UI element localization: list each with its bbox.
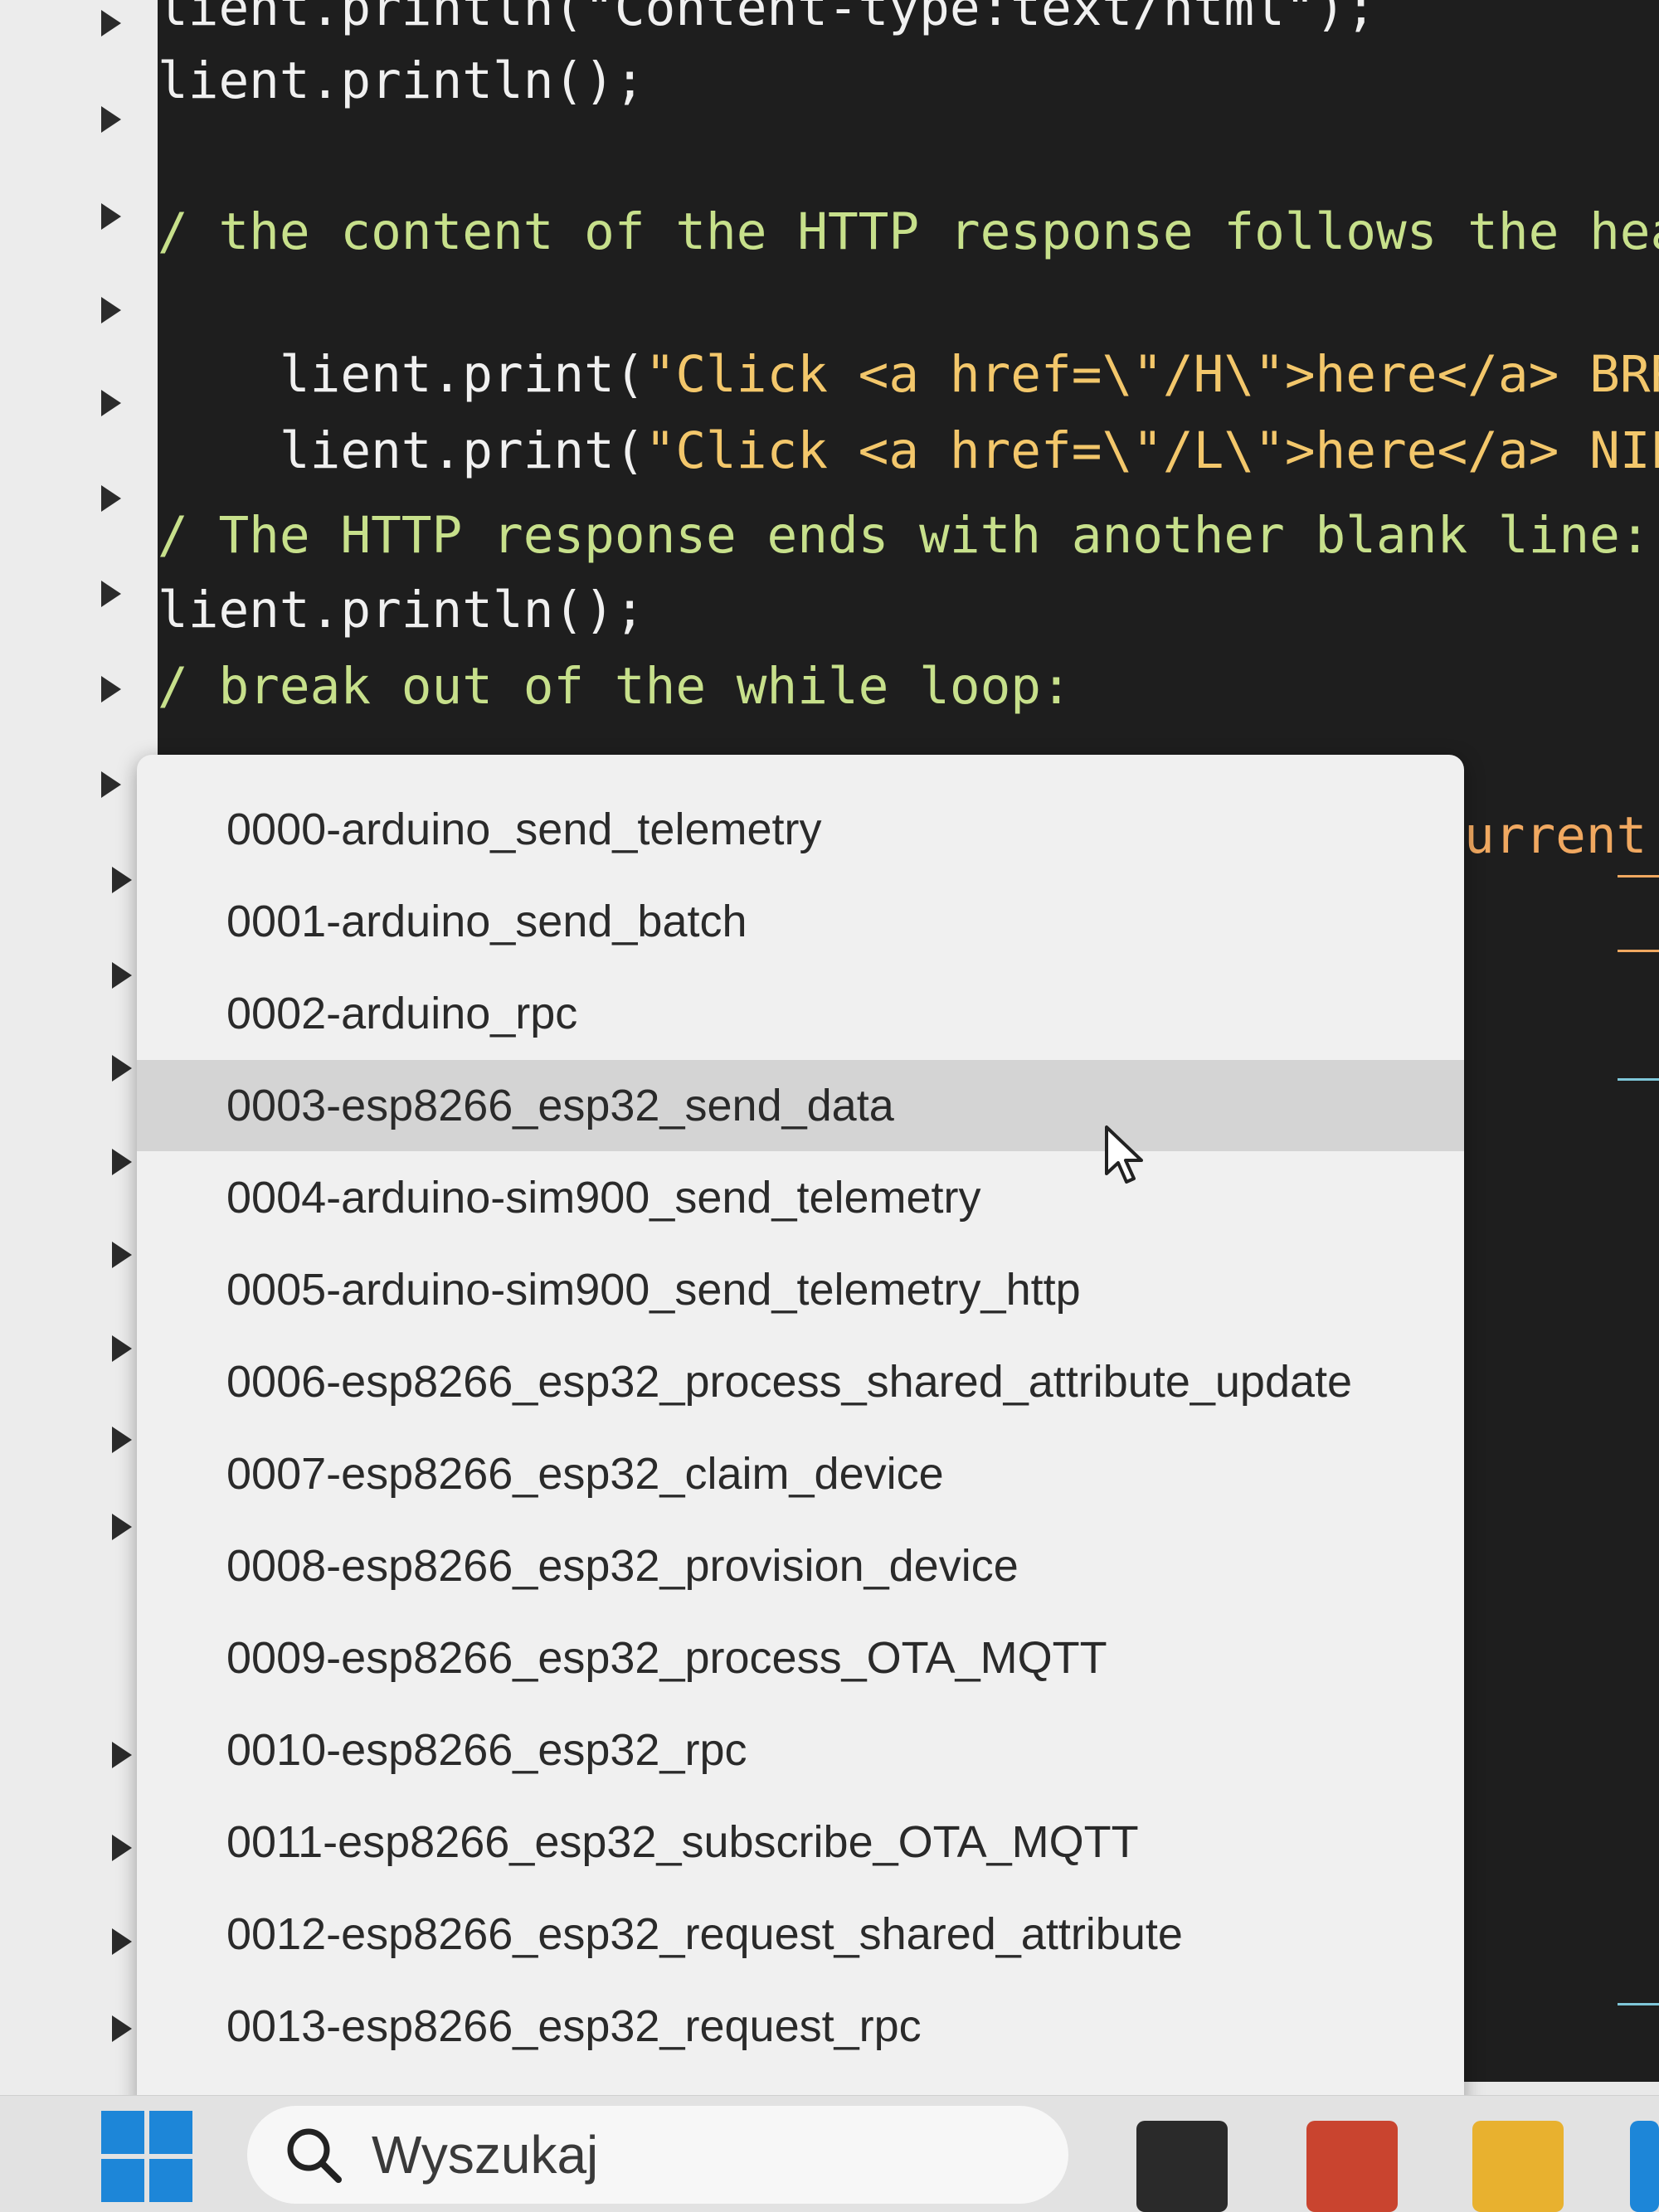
code-line-partial: urrent [1464,806,1647,865]
collapse-arrow-icon[interactable] [101,10,121,36]
left-gutter [0,0,158,2107]
collapse-arrow-icon[interactable] [112,1055,132,1082]
dropdown-item[interactable]: 0011-esp8266_esp32_subscribe_OTA_MQTT [137,1796,1464,1888]
collapse-arrow-icon[interactable] [101,297,121,323]
collapse-arrow-icon[interactable] [112,1427,132,1453]
dropdown-item[interactable]: 0013-esp8266_esp32_request_rpc [137,1981,1464,2072]
dropdown-item[interactable]: 0006-esp8266_esp32_process_shared_attrib… [137,1336,1464,1427]
dropdown-item[interactable]: 0010-esp8266_esp32_rpc [137,1704,1464,1796]
taskbar-search-box[interactable]: Wyszukaj [247,2106,1068,2204]
dropdown-item[interactable]: 0000-arduino_send_telemetry [137,784,1464,875]
dropdown-item[interactable]: 0007-esp8266_esp32_claim_device [137,1428,1464,1519]
code-call: lient.print( [279,421,645,480]
dropdown-item[interactable]: 0009-esp8266_esp32_process_OTA_MQTT [137,1612,1464,1704]
dropdown-item[interactable]: 0001-arduino_send_batch [137,876,1464,967]
code-comment-line: / The HTTP response ends with another bl… [158,506,1651,565]
app-icon-dark[interactable] [1136,2121,1228,2212]
examples-dropdown-menu[interactable]: 0000-arduino_send_telemetry 0001-arduino_… [137,755,1464,2115]
collapse-arrow-icon[interactable] [112,1742,132,1768]
collapse-arrow-icon[interactable] [101,485,121,512]
collapse-arrow-icon[interactable] [112,1242,132,1268]
dropdown-item[interactable]: 0005-arduino-sim900_send_telemetry_http [137,1244,1464,1335]
dropdown-item[interactable]: 0003-esp8266_esp32_send_data [137,1060,1464,1151]
search-icon [287,2128,342,2183]
edge-icon[interactable] [1630,2121,1659,2212]
mouse-cursor-icon [1105,1125,1143,1184]
divider-line [1618,950,1659,952]
collapse-arrow-icon[interactable] [112,1835,132,1861]
app-icon-red[interactable] [1306,2121,1398,2212]
dropdown-item[interactable]: 0004-arduino-sim900_send_telemetry [137,1152,1464,1243]
code-line-1: lient.println(); [158,51,645,110]
dropdown-item[interactable]: 0002-arduino_rpc [137,968,1464,1059]
dropdown-item[interactable]: 0012-esp8266_esp32_request_shared_attrib… [137,1889,1464,1980]
collapse-arrow-icon[interactable] [112,1149,132,1175]
folder-icon[interactable] [1472,2121,1564,2212]
collapse-arrow-icon[interactable] [112,1514,132,1540]
search-placeholder: Wyszukaj [372,2125,599,2185]
collapse-arrow-icon[interactable] [101,581,121,607]
dropdown-item[interactable]: 0008-esp8266_esp32_provision_device [137,1520,1464,1612]
collapse-arrow-icon[interactable] [101,106,121,133]
divider-line [1618,875,1659,878]
collapse-arrow-icon[interactable] [112,1928,132,1955]
code-comment-line: / break out of the while loop: [158,657,1072,716]
taskbar: Wyszukaj [0,2095,1659,2212]
windows-start-icon[interactable] [101,2111,192,2202]
collapse-arrow-icon[interactable] [112,962,132,989]
collapse-arrow-icon[interactable] [101,390,121,416]
code-comment-line: / the content of the HTTP response follo… [158,202,1659,261]
collapse-arrow-icon[interactable] [101,676,121,702]
divider-line [1618,2003,1659,2005]
code-string: "Click <a href=\"/L\">here</a> NIE MA [645,421,1659,480]
collapse-arrow-icon[interactable] [112,2015,132,2042]
collapse-arrow-icon[interactable] [112,867,132,893]
code-line-println: lient.println(); [158,581,645,639]
collapse-arrow-icon[interactable] [101,203,121,230]
collapse-arrow-icon[interactable] [112,1335,132,1362]
divider-line [1618,1078,1659,1081]
code-line-0: lient.println("Content-type:text/html"); [158,0,1377,37]
collapse-arrow-icon[interactable] [101,771,121,798]
